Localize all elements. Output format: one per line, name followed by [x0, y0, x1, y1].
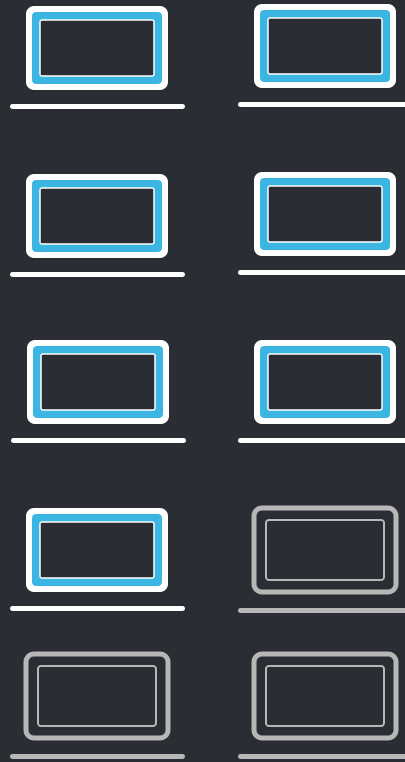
- laptop-base: [238, 754, 405, 759]
- laptop-graphic: [238, 651, 405, 759]
- laptop-screen: [267, 17, 383, 75]
- laptop-graphic: [11, 340, 186, 443]
- laptop-base: [10, 606, 185, 611]
- laptop-icon: [238, 504, 405, 616]
- laptop-screen: [37, 665, 157, 727]
- laptop-base: [10, 754, 185, 759]
- laptop-screen: [265, 519, 385, 581]
- laptop-base: [238, 608, 405, 613]
- laptop-icon: [10, 2, 185, 114]
- laptop-screen: [40, 353, 156, 411]
- laptop-screen: [267, 353, 383, 411]
- laptop-base: [11, 438, 186, 443]
- laptop-graphic: [10, 508, 185, 611]
- laptop-screen: [267, 185, 383, 243]
- laptop-screen: [39, 19, 155, 77]
- laptop-icon: [238, 650, 405, 762]
- laptop-base: [238, 102, 405, 107]
- laptop-base: [238, 270, 405, 275]
- laptop-icon-grid: [0, 0, 405, 762]
- laptop-graphic: [10, 651, 185, 759]
- laptop-base: [10, 272, 185, 277]
- laptop-graphic: [10, 6, 185, 109]
- laptop-icon: [11, 336, 186, 448]
- laptop-icon: [238, 168, 405, 280]
- laptop-graphic: [238, 505, 405, 613]
- laptop-icon: [10, 504, 185, 616]
- laptop-graphic: [238, 172, 405, 275]
- laptop-icon: [238, 0, 405, 112]
- laptop-icon: [10, 650, 185, 762]
- laptop-screen: [39, 521, 155, 579]
- laptop-screen: [265, 665, 385, 727]
- laptop-icon: [238, 336, 405, 448]
- laptop-graphic: [238, 340, 405, 443]
- laptop-graphic: [238, 4, 405, 107]
- laptop-screen: [39, 187, 155, 245]
- laptop-base: [238, 438, 405, 443]
- laptop-icon: [10, 170, 185, 282]
- laptop-graphic: [10, 174, 185, 277]
- laptop-base: [10, 104, 185, 109]
